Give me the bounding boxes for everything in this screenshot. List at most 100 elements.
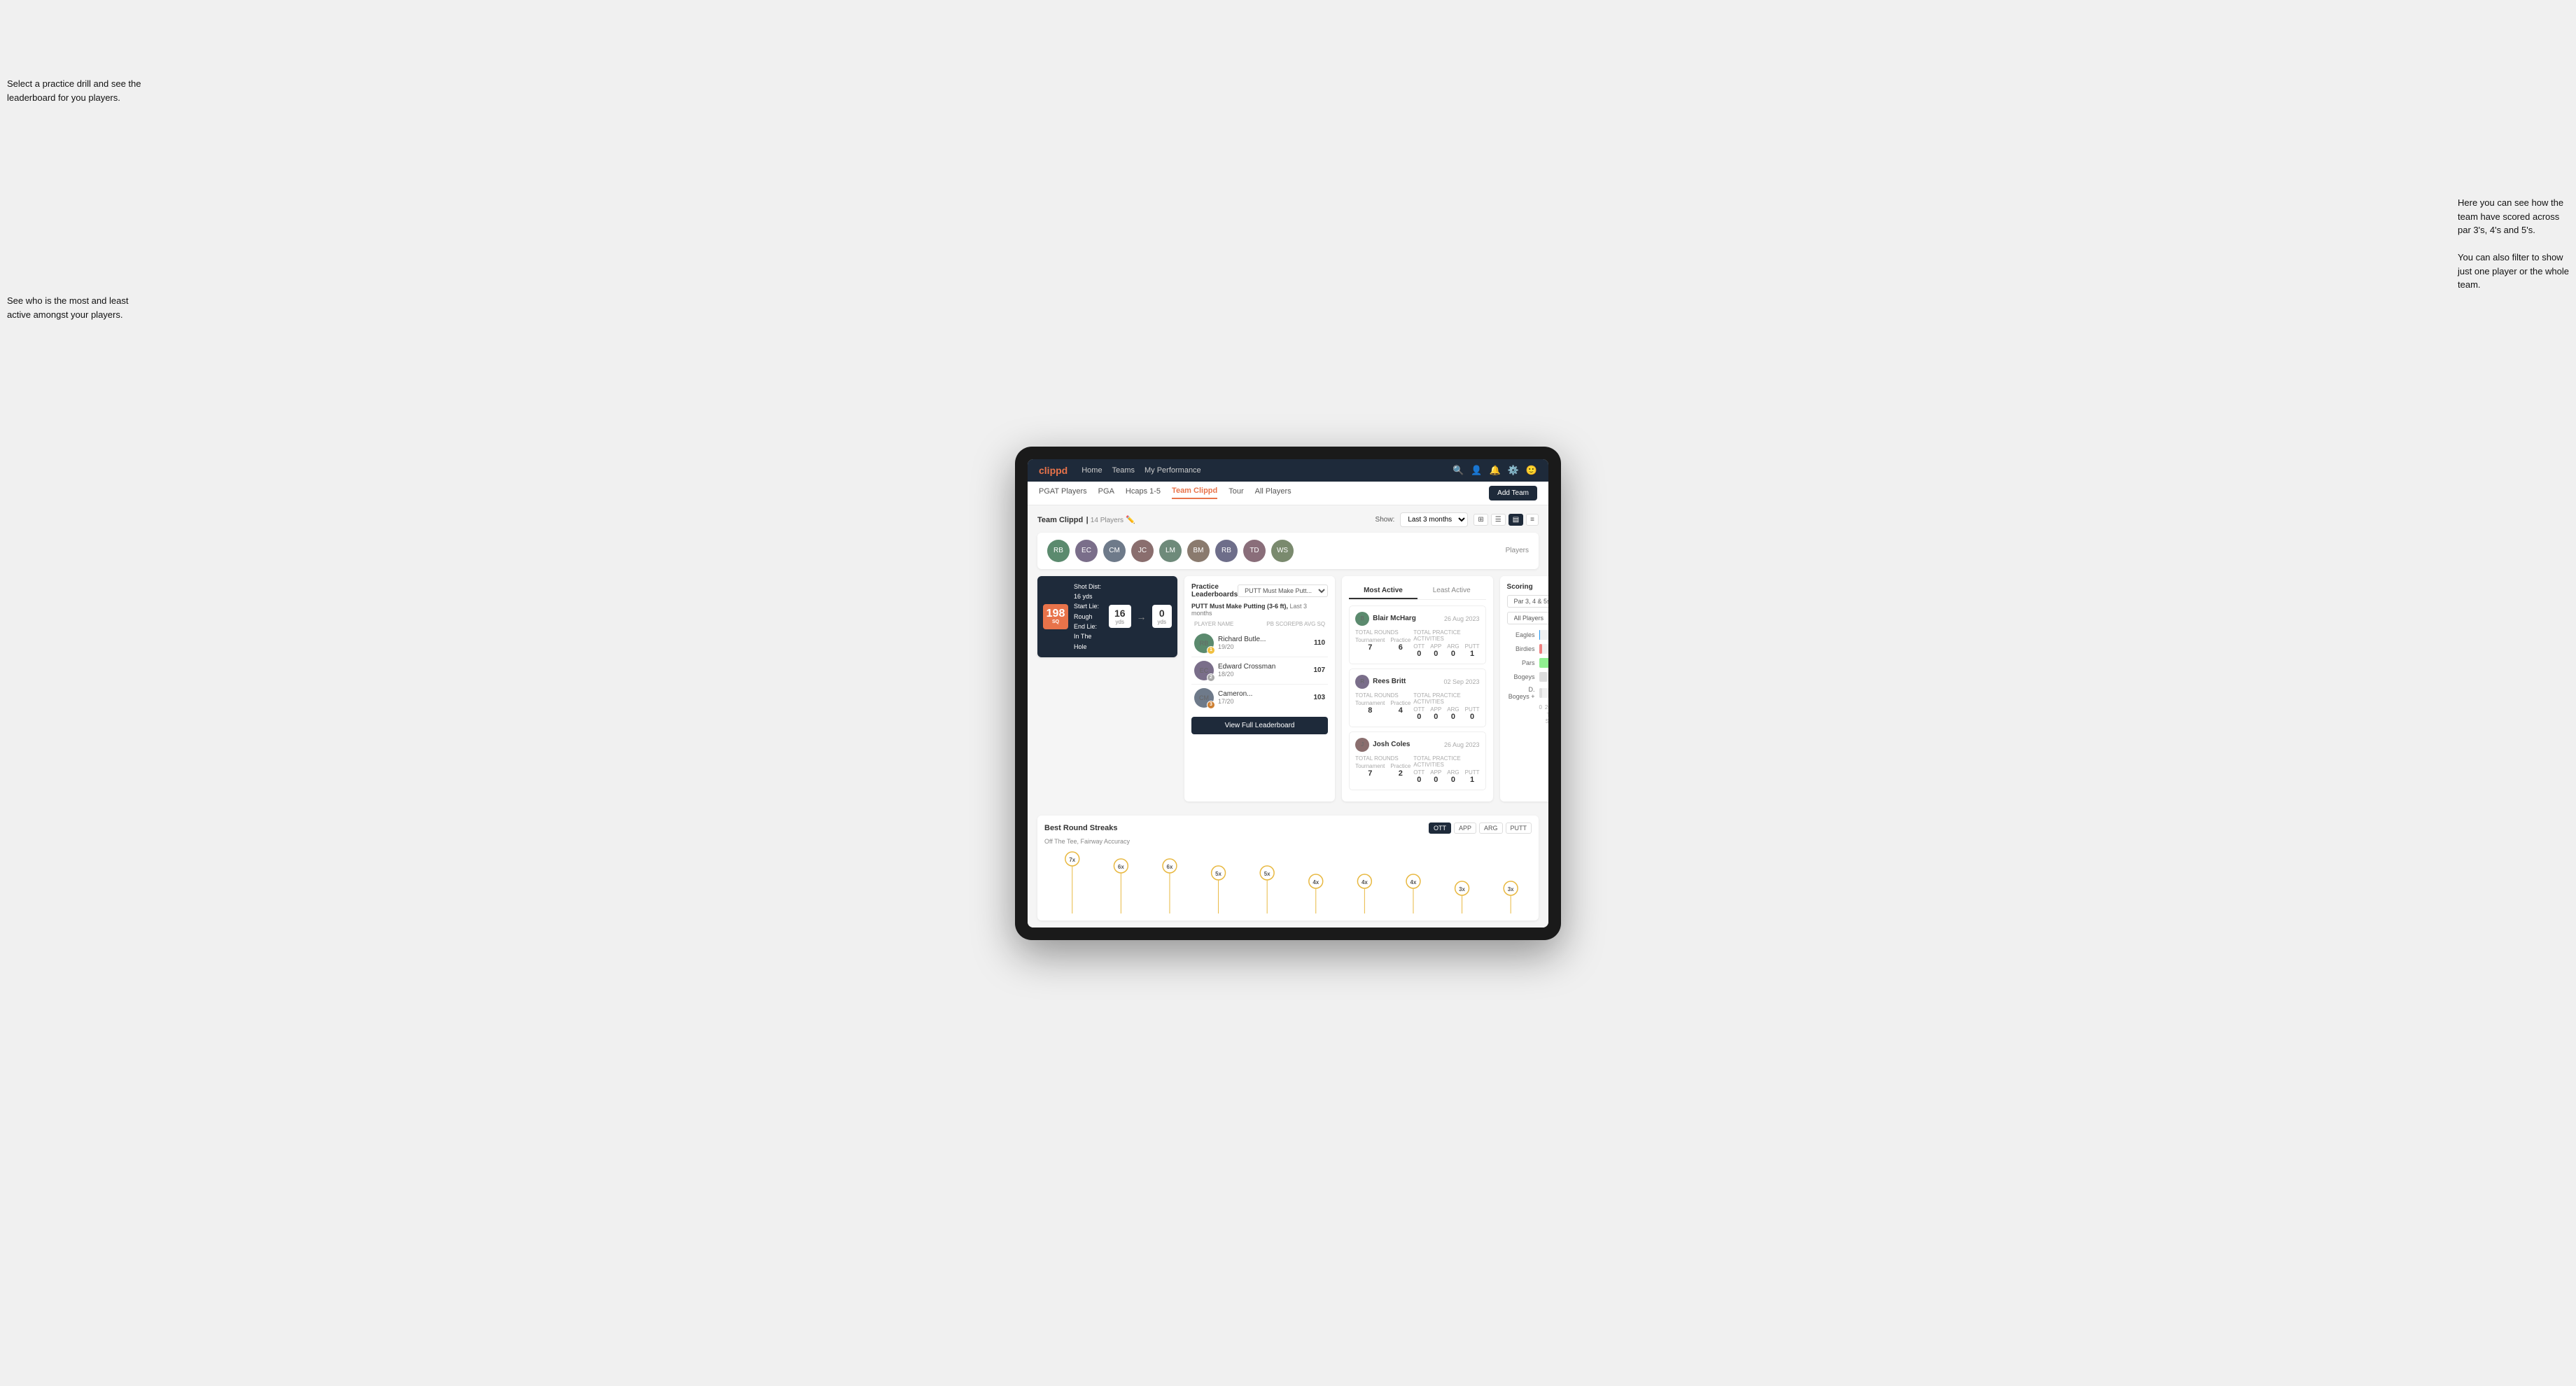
annotation-top-left: Select a practice drill and see the lead… [7, 77, 147, 104]
activity-player-1: B Blair McHarg [1355, 612, 1416, 626]
tablet-screen: clippd Home Teams My Performance 🔍 👤 🔔 ⚙… [1028, 459, 1548, 927]
shot-dist-label: Shot Dist: [1074, 583, 1101, 590]
streaks-tab-ott[interactable]: OTT [1429, 822, 1451, 834]
player-rank-avatar-2: EC 2 [1194, 661, 1214, 680]
nav-logo: clippd [1039, 465, 1068, 476]
svg-text:7x: 7x [1069, 856, 1075, 862]
stat-group-practice-3: Total Practice Activities OTT 0 APP [1413, 755, 1479, 784]
view-grid-btn[interactable]: ⊞ [1474, 514, 1488, 526]
activity-card-1: B Blair McHarg 26 Aug 2023 Total Rounds [1349, 606, 1485, 664]
leaderboard-col-headers: PLAYER NAME PB SCORE PB AVG SQ [1191, 621, 1328, 627]
view-full-leaderboard-button[interactable]: View Full Leaderboard [1191, 717, 1328, 734]
nav-link-performance[interactable]: My Performance [1144, 466, 1201, 475]
subnav-allplayers[interactable]: All Players [1255, 487, 1292, 498]
leaderboard-header-row: Practice Leaderboards PUTT Must Make Put… [1191, 583, 1328, 598]
player-avatar-3[interactable]: CM [1103, 540, 1126, 562]
shot-info: Shot Dist: 16 yds Start Lie: Rough End L… [1074, 582, 1103, 652]
scoring-filter-1[interactable]: Par 3, 4 & 5s [1507, 595, 1548, 608]
subnav-tour[interactable]: Tour [1228, 487, 1243, 498]
bar-row-birdies: Birdies 96 [1507, 644, 1548, 654]
team-controls: Show: Last 3 months ⊞ ☰ ▤ ≡ [1376, 512, 1539, 527]
activity-stats-3: Total Rounds Tournament 7 Practice [1355, 755, 1479, 784]
subnav-pgat[interactable]: PGAT Players [1039, 487, 1087, 498]
players-row: RB EC CM JC LM BM RB TD WS Players [1037, 533, 1539, 569]
chart-axis-label: Total Shots [1539, 712, 1548, 724]
annotation-top-right: Here you can see how the team have score… [2458, 196, 2569, 292]
bar-fill-bogeys [1539, 672, 1548, 682]
bar-track-birdies [1539, 644, 1548, 654]
player-rank-avatar-1: RB 1 [1194, 634, 1214, 653]
activity-tabs: Most Active Least Active [1349, 583, 1485, 600]
view-detail-btn[interactable]: ≡ [1526, 514, 1539, 526]
bar-row-eagles: Eagles 3 [1507, 630, 1548, 640]
drill-select[interactable]: PUTT Must Make Putt... [1238, 584, 1328, 597]
tablet-frame: clippd Home Teams My Performance 🔍 👤 🔔 ⚙… [1015, 447, 1561, 940]
activity-card-header-2: R Rees Britt 02 Sep 2023 [1355, 675, 1479, 689]
activity-card-3: J Josh Coles 26 Aug 2023 Total Rounds [1349, 732, 1485, 790]
activity-stats-1: Total Rounds Tournament 7 Practice [1355, 629, 1479, 658]
bar-track-dbogeys [1539, 688, 1548, 698]
bar-fill-dbogeys [1539, 688, 1543, 698]
shot-badge: 198 SQ [1043, 604, 1068, 629]
scoring-filter-2[interactable]: All Players [1507, 612, 1548, 624]
subnav-right: Add Team [1489, 486, 1537, 500]
streaks-tab-putt[interactable]: PUTT [1506, 822, 1532, 834]
bar-row-pars: Pars 499 [1507, 658, 1548, 668]
rank-badge-2: 2 [1207, 673, 1215, 682]
activity-date-3: 26 Aug 2023 [1444, 741, 1480, 748]
scoring-panel: Scoring Par 3, 4 & 5s All Players Eagles [1500, 576, 1548, 802]
yds-separator: → [1137, 611, 1147, 622]
bell-icon[interactable]: 🔔 [1489, 465, 1500, 476]
activity-player-3: J Josh Coles [1355, 738, 1410, 752]
activity-player-2: R Rees Britt [1355, 675, 1406, 689]
subnav: PGAT Players PGA Hcaps 1-5 Team Clippd T… [1028, 482, 1548, 505]
team-header: Team Clippd | 14 Players ✏️ Show: Last 3… [1037, 512, 1539, 527]
view-list-btn[interactable]: ☰ [1491, 514, 1506, 526]
stat-group-practice-1: Total Practice Activities OTT 0 APP [1413, 629, 1479, 658]
player-avatar-6[interactable]: BM [1187, 540, 1210, 562]
streaks-panel: Best Round Streaks OTT APP ARG PUTT Off … [1037, 816, 1539, 920]
player-avatar-4[interactable]: JC [1131, 540, 1154, 562]
tab-most-active[interactable]: Most Active [1349, 583, 1418, 599]
person-icon[interactable]: 👤 [1471, 465, 1482, 476]
team-title-group: Team Clippd | 14 Players ✏️ [1037, 513, 1135, 526]
activity-avatar-3[interactable]: J [1355, 738, 1369, 752]
navbar: clippd Home Teams My Performance 🔍 👤 🔔 ⚙… [1028, 459, 1548, 482]
streaks-tab-app[interactable]: APP [1454, 822, 1476, 834]
subnav-hcaps[interactable]: Hcaps 1-5 [1126, 487, 1161, 498]
edit-team-icon[interactable]: ✏️ [1126, 516, 1135, 524]
view-card-btn[interactable]: ▤ [1508, 514, 1523, 526]
nav-link-home[interactable]: Home [1082, 466, 1102, 475]
show-label: Show: [1376, 516, 1395, 524]
svg-text:6x: 6x [1118, 863, 1124, 869]
svg-text:3x: 3x [1508, 886, 1514, 892]
nav-link-teams[interactable]: Teams [1112, 466, 1135, 475]
top-row: 198 SQ Shot Dist: 16 yds Start Lie: Roug… [1037, 576, 1539, 808]
add-team-button[interactable]: Add Team [1489, 486, 1537, 500]
player-avatar-1[interactable]: RB [1047, 540, 1070, 562]
user-avatar-icon[interactable]: 🙂 [1526, 465, 1537, 476]
search-icon[interactable]: 🔍 [1452, 465, 1464, 476]
three-col: Practice Leaderboards PUTT Must Make Put… [1184, 576, 1548, 802]
bar-fill-pars [1539, 658, 1548, 668]
stat-group-rounds-2: Total Rounds Tournament 8 Practice [1355, 692, 1410, 721]
activity-avatar-1[interactable]: B [1355, 612, 1369, 626]
player-avatar-8[interactable]: TD [1243, 540, 1266, 562]
player-name-score-3: Cameron... 17/20 [1218, 690, 1309, 705]
player-avatar-2[interactable]: EC [1075, 540, 1098, 562]
player-name-score-1: Richard Butle... 19/20 [1218, 636, 1310, 650]
subnav-pga[interactable]: PGA [1098, 487, 1114, 498]
subnav-teamclippd[interactable]: Team Clippd [1172, 486, 1217, 499]
tab-least-active[interactable]: Least Active [1418, 583, 1486, 599]
show-select[interactable]: Last 3 months [1400, 512, 1468, 527]
player-avatar-7[interactable]: RB [1215, 540, 1238, 562]
activity-date-2: 02 Sep 2023 [1443, 678, 1479, 685]
player-avatar-9[interactable]: WS [1271, 540, 1294, 562]
streaks-tab-arg[interactable]: ARG [1479, 822, 1503, 834]
activity-name-1: Blair McHarg [1373, 615, 1416, 622]
settings-icon[interactable]: ⚙️ [1508, 465, 1519, 476]
bar-chart: Eagles 3 Birdies [1507, 630, 1548, 700]
start-lie-value: Rough [1074, 613, 1093, 620]
player-avatar-5[interactable]: LM [1159, 540, 1182, 562]
activity-avatar-2[interactable]: R [1355, 675, 1369, 689]
